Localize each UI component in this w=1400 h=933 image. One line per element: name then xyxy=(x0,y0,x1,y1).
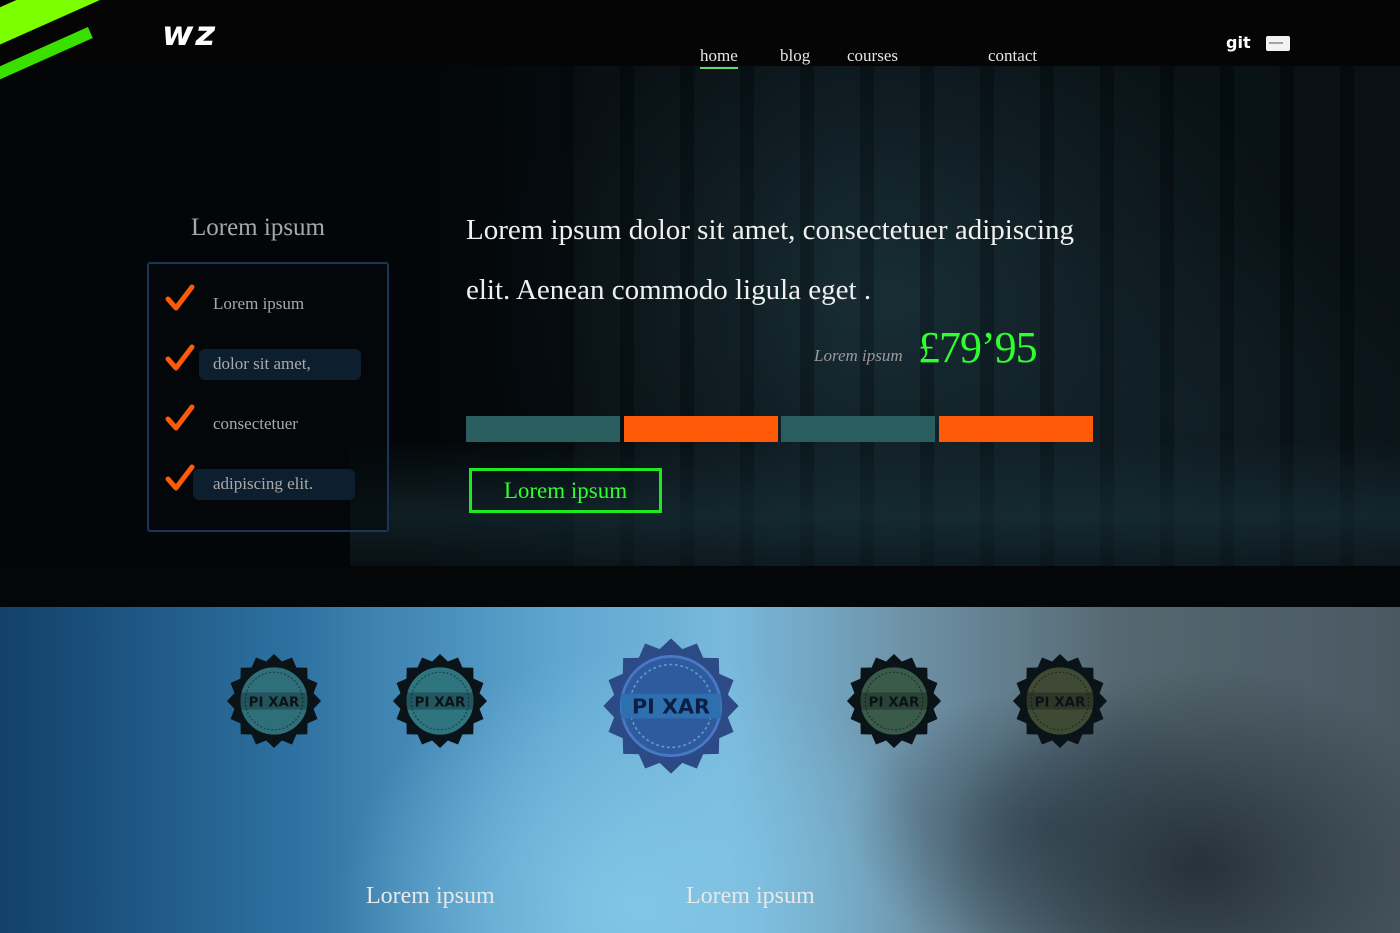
pixar-badge[interactable]: PI XAR xyxy=(1012,653,1108,749)
badge-label: PI XAR xyxy=(249,695,300,710)
credit-card-icon[interactable] xyxy=(1266,36,1290,51)
main-nav: home blog courses contact xyxy=(0,46,1400,70)
pixar-badge[interactable]: PI XAR xyxy=(846,653,942,749)
feature-label: Lorem ipsum xyxy=(213,294,305,313)
feature-item: dolor sit amet, xyxy=(149,344,389,384)
color-bars xyxy=(466,416,1094,442)
price-value: £79’95 xyxy=(918,323,1038,372)
pixar-badge[interactable]: PI XAR xyxy=(392,653,488,749)
feature-item: Lorem ipsum xyxy=(149,284,389,324)
feature-item: adipiscing elit. xyxy=(149,464,389,504)
badge-label: PI XAR xyxy=(1035,695,1086,710)
feature-label: consectetuer xyxy=(213,414,298,433)
section-label: Lorem ipsum xyxy=(366,883,495,909)
checkmark-icon xyxy=(165,344,195,371)
feature-label: dolor sit amet, xyxy=(213,354,311,373)
features-title: Lorem ipsum xyxy=(190,214,325,241)
badges-section: PI XAR PI XAR PI XAR PI XAR PI XAR Lorem… xyxy=(0,607,1400,933)
nav-item-home[interactable]: home xyxy=(700,46,738,69)
nav-item-blog[interactable]: blog xyxy=(780,46,810,66)
color-bar xyxy=(781,416,935,442)
hero-headline: Lorem ipsum dolor sit amet, consectetuer… xyxy=(466,214,1075,306)
checkmark-icon xyxy=(165,404,195,431)
checkmark-icon xyxy=(165,284,195,311)
color-bar xyxy=(939,416,1093,442)
badge-label: PI XAR xyxy=(869,695,920,710)
badge-label: PI XAR xyxy=(632,695,710,719)
nav-item-courses[interactable]: courses xyxy=(847,46,898,66)
pixar-badge[interactable]: PI XAR xyxy=(226,653,322,749)
price-label: Lorem ipsum xyxy=(814,346,903,365)
color-bar xyxy=(624,416,778,442)
color-bar xyxy=(466,416,620,442)
features-box: Lorem ipsum dolor sit amet, consectetuer… xyxy=(147,262,389,532)
git-icon[interactable]: git xyxy=(1226,33,1251,52)
feature-item: consectetuer xyxy=(149,404,389,444)
nav-item-contact[interactable]: contact xyxy=(988,46,1037,66)
section-label: Lorem ipsum xyxy=(686,883,815,909)
section-divider xyxy=(0,566,1400,607)
checkmark-icon xyxy=(165,464,195,491)
badge-label: PI XAR xyxy=(415,695,466,710)
pixar-badge-featured[interactable]: PI XAR xyxy=(602,637,740,775)
cta-button[interactable]: Lorem ipsum xyxy=(469,468,662,513)
feature-label: adipiscing elit. xyxy=(213,474,314,493)
